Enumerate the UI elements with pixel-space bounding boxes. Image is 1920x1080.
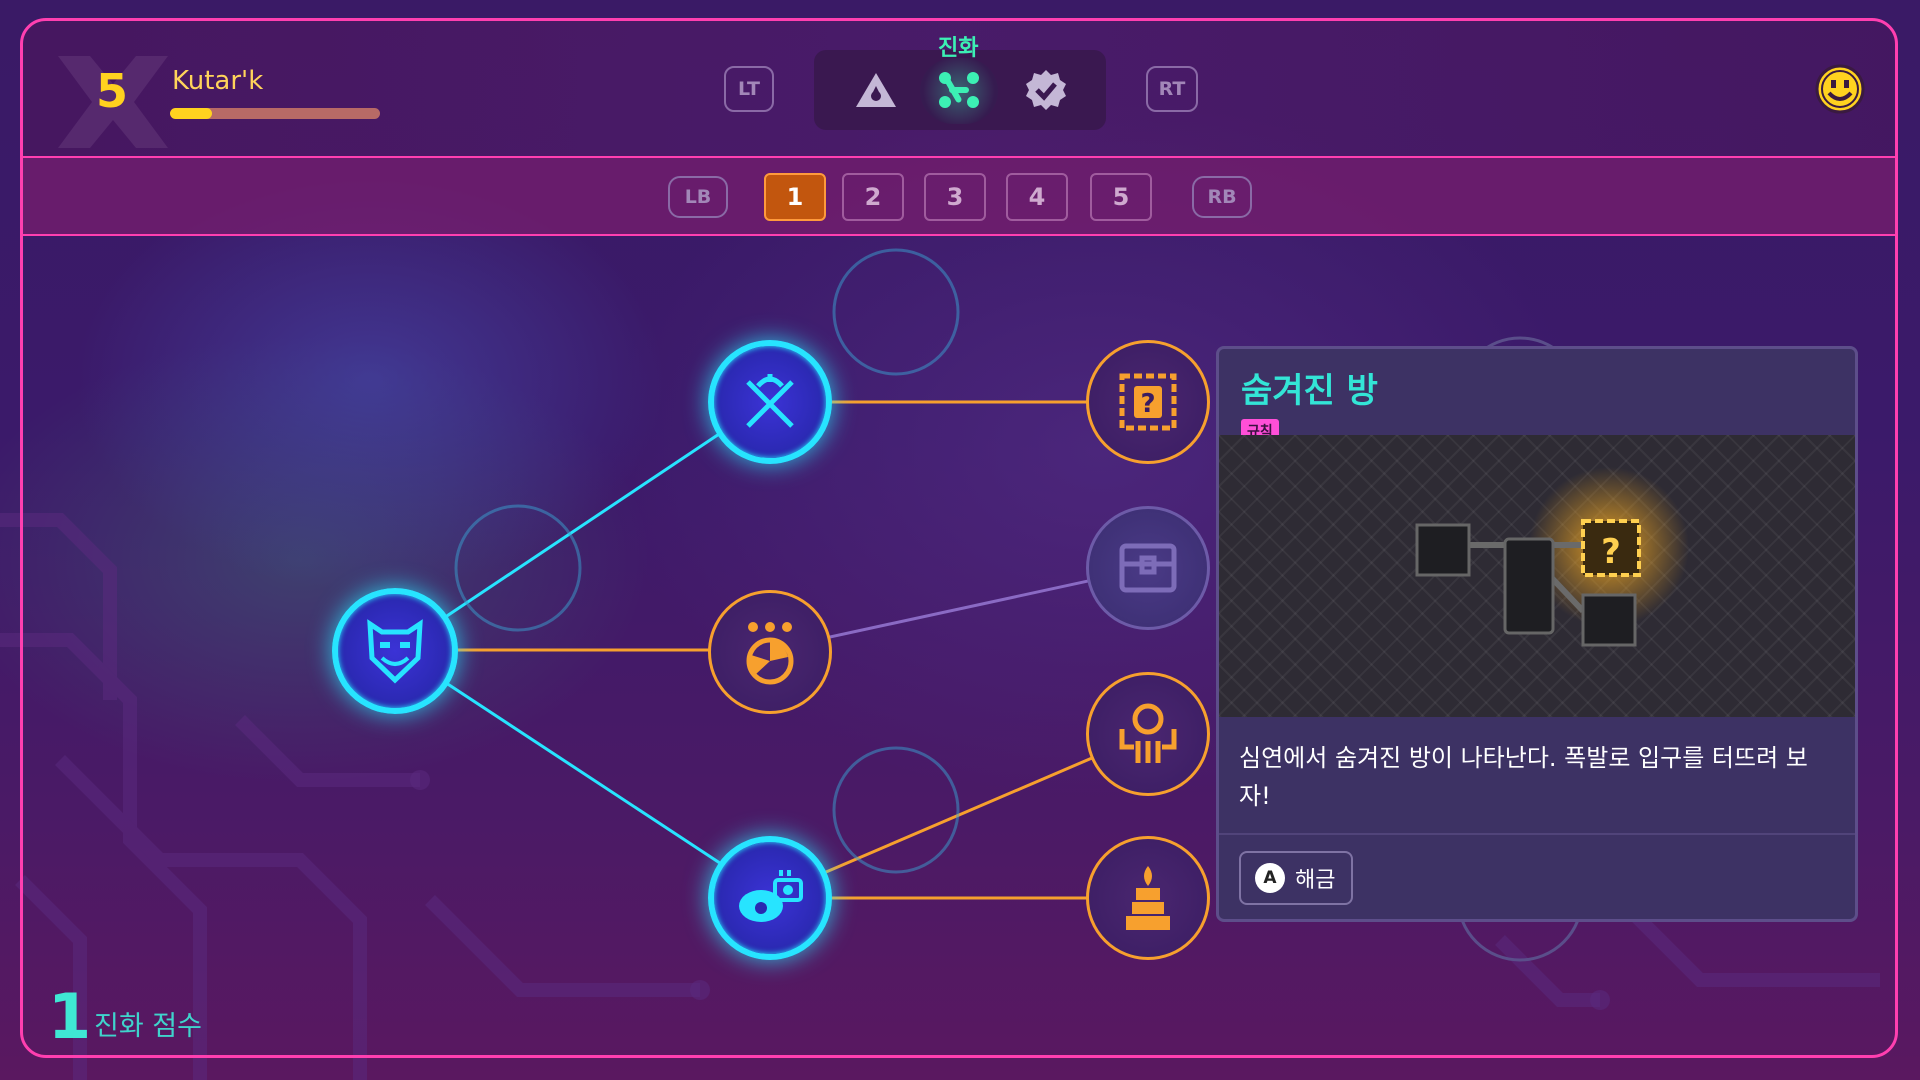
card-divider [1219, 833, 1855, 835]
skill-node-chest[interactable] [1086, 506, 1210, 630]
treasure-chest-icon [1119, 543, 1177, 593]
glow-ring-bottom [832, 746, 960, 874]
evolution-score-label: 진화 점수 [94, 1011, 202, 1042]
glow-ring-top [832, 248, 960, 376]
skill-node-hidden-room[interactable]: ? [1086, 340, 1210, 464]
link-root-top [395, 398, 771, 652]
skill-detail-card: 숨겨진 방 규칙 ? 심연에서 숨겨진 방이 나타난다. 폭발로 입구를 터뜨려… [1216, 346, 1858, 922]
skill-node-bottom[interactable] [708, 836, 832, 960]
demon-mask-icon [367, 619, 423, 684]
a-button-icon: A [1255, 863, 1285, 893]
svg-text:?: ? [1601, 532, 1621, 572]
bomb-cluster-icon [746, 622, 794, 685]
link-root-bottom [395, 648, 771, 898]
card-description: 심연에서 숨겨진 방이 나타난다. 폭발로 입구를 터뜨려 보자! [1239, 744, 1808, 810]
card-title: 숨겨진 방 [1241, 371, 1378, 411]
fish-camera-icon [739, 870, 803, 922]
crossed-swords-icon [746, 374, 794, 428]
hidden-room-map-icon: ? [1415, 467, 1689, 647]
card-preview-image: ? [1219, 435, 1855, 717]
claw-trap-icon [1119, 703, 1177, 763]
unlock-label: 해금 [1295, 868, 1336, 893]
evolution-score-value: 1 [48, 980, 92, 1053]
skill-node-mid[interactable] [708, 590, 832, 714]
skill-node-top[interactable] [708, 340, 832, 464]
fire-shrine-icon [1126, 866, 1170, 930]
unlock-button[interactable]: A 해금 [1239, 851, 1353, 905]
question-block-icon: ? [1119, 373, 1177, 431]
svg-text:?: ? [1140, 389, 1155, 419]
skill-node-shrine[interactable] [1086, 836, 1210, 960]
skill-node-trap[interactable] [1086, 672, 1210, 796]
skill-node-root[interactable] [332, 588, 458, 714]
